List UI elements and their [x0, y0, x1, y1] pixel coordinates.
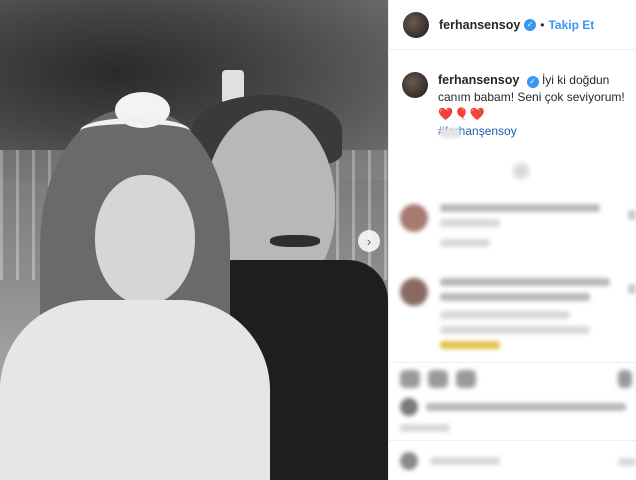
post-photo[interactable]: › [0, 0, 388, 480]
blurred-text [440, 278, 610, 286]
comment-item [400, 204, 600, 254]
carousel-next-button[interactable]: › [358, 230, 380, 252]
caption-body: ferhansensoy ✓ İyi ki doğdun canım babam… [438, 72, 628, 140]
blurred-text [440, 204, 600, 212]
liker-avatar[interactable] [400, 398, 418, 416]
photo-girl-face [95, 175, 195, 305]
blurred-emoji [440, 341, 500, 349]
blurred-post-date [400, 424, 450, 432]
comment-avatar[interactable] [400, 278, 428, 306]
header-separator: • [540, 17, 545, 32]
blurred-meta [440, 239, 490, 247]
verified-badge-icon: ✓ [526, 76, 539, 88]
caption-username[interactable]: ferhansensoy [438, 73, 519, 87]
photo-girl-dress [0, 300, 270, 480]
caption-timestamp-blurred [440, 128, 460, 138]
comment-text-blurred [440, 204, 600, 254]
bookmark-icon[interactable] [618, 370, 632, 388]
comment-icon[interactable] [428, 370, 448, 388]
verified-badge-icon: ✓ [524, 18, 537, 31]
comment-avatar[interactable] [400, 204, 428, 232]
post-header: ferhansensoy ✓ • Takip Et [389, 0, 636, 50]
emoji-icon[interactable] [400, 452, 418, 470]
caption-emoji: ❤️🎈❤️ [438, 107, 486, 121]
blurred-post-button[interactable] [618, 458, 636, 466]
heart-icon[interactable] [400, 370, 420, 388]
share-icon[interactable] [456, 370, 476, 388]
caption-avatar[interactable] [402, 72, 428, 98]
comment-divider [388, 440, 636, 441]
post-caption: ferhansensoy ✓ İyi ki doğdun canım babam… [402, 72, 628, 140]
avatar[interactable] [403, 11, 429, 38]
comment-item [400, 278, 610, 356]
follow-button[interactable]: Takip Et [548, 18, 594, 32]
likes-summary [400, 398, 626, 416]
blurred-text [440, 219, 500, 227]
comment-text-blurred [440, 278, 610, 356]
header-username[interactable]: ferhansensoy [439, 18, 520, 32]
blurred-text [440, 293, 590, 301]
blurred-text [440, 311, 570, 319]
blurred-likes-text [426, 403, 626, 411]
blurred-comment-placeholder[interactable] [430, 457, 500, 465]
chevron-right-icon: › [366, 233, 372, 249]
blurred-text [440, 326, 590, 334]
loading-spinner-icon [510, 160, 532, 182]
photo-man-mustache [270, 235, 320, 247]
actions-divider [388, 362, 636, 363]
caption-hashtag-link[interactable]: #ferhanşensoy [438, 123, 628, 140]
comment-like-icon[interactable] [628, 210, 636, 220]
comment-like-icon[interactable] [628, 284, 636, 294]
photo-girl-headband [80, 118, 190, 144]
add-comment-row[interactable] [400, 452, 500, 470]
